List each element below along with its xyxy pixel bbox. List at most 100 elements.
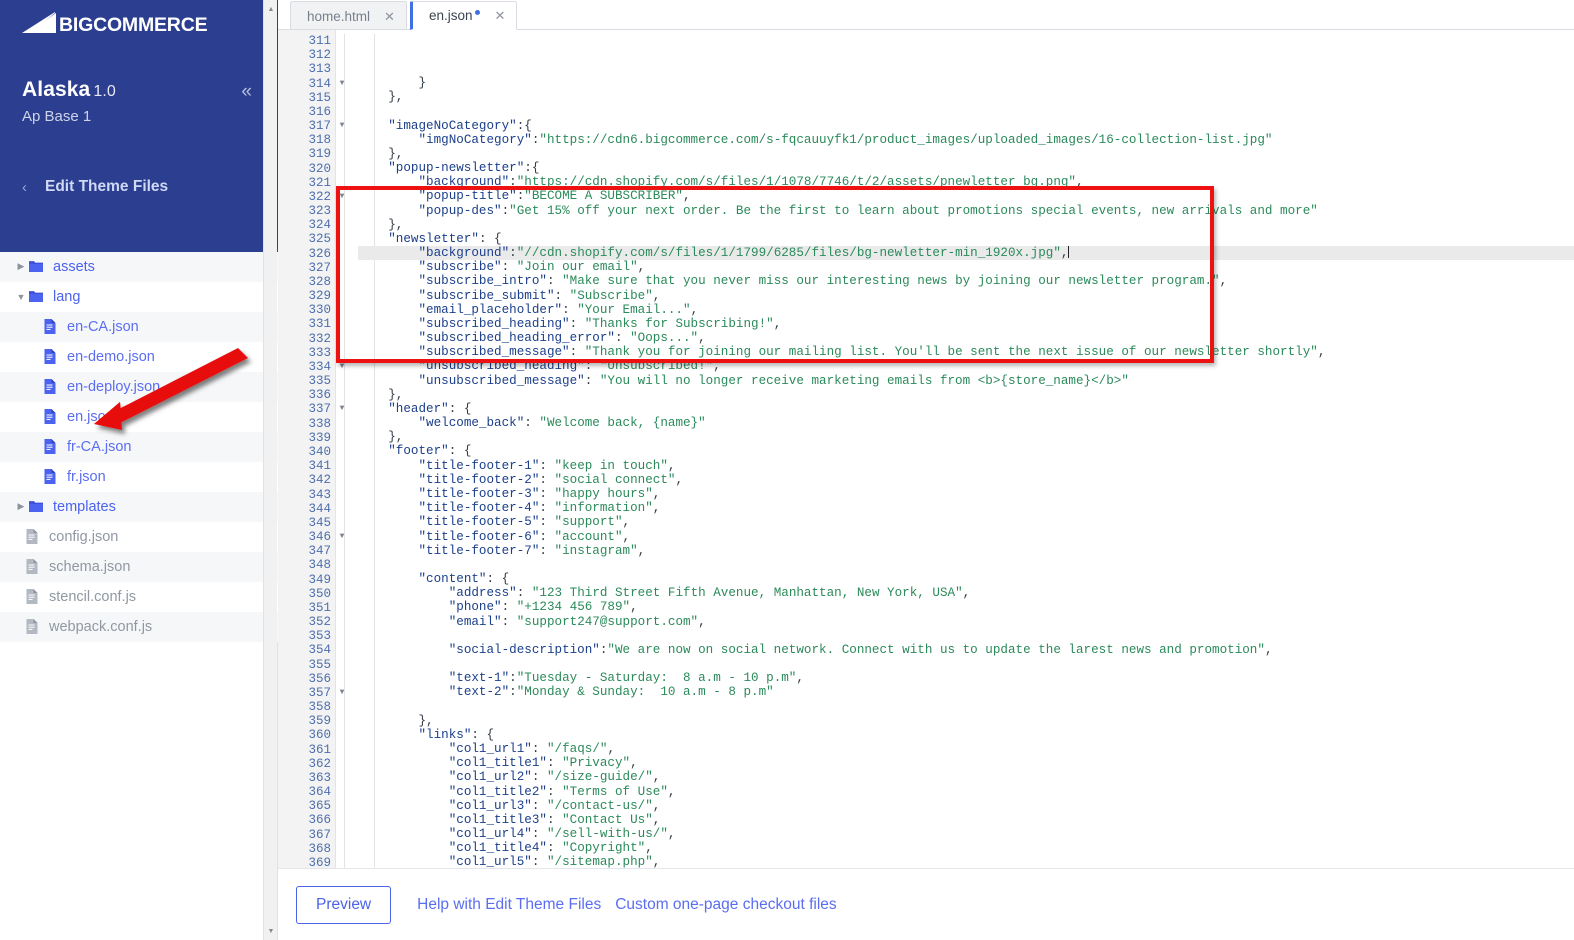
- code-line[interactable]: "content": {: [358, 572, 1574, 586]
- code-line[interactable]: "title-footer-7": "instagram",: [358, 544, 1574, 558]
- tree-file-stencil-conf-js[interactable]: stencil.conf.js: [0, 582, 278, 612]
- tree-folder-lang[interactable]: ▼ lang: [0, 282, 278, 312]
- close-icon[interactable]: ✕: [494, 9, 505, 22]
- code-line[interactable]: "subscribed_message": "Thank you for joi…: [358, 345, 1574, 359]
- code-line[interactable]: "unsubscribed_heading": "Unsubscribed!",: [358, 359, 1574, 373]
- code-line[interactable]: },: [358, 388, 1574, 402]
- code-line[interactable]: [358, 104, 1574, 118]
- tree-folder-assets[interactable]: ▶ assets: [0, 252, 278, 282]
- code-line[interactable]: "subscribe": "Join our email",: [358, 260, 1574, 274]
- code-line[interactable]: "popup-title":"BECOME A SUBSCRIBER",: [358, 189, 1574, 203]
- help-edit-theme-files-link[interactable]: Help with Edit Theme Files: [417, 896, 601, 914]
- code-line[interactable]: "imgNoCategory":"https://cdn6.bigcommerc…: [358, 133, 1574, 147]
- code-line[interactable]: "col1_url4": "/sell-with-us/",: [358, 827, 1574, 841]
- code-line[interactable]: "title-footer-2": "social connect",: [358, 473, 1574, 487]
- caret-down-icon[interactable]: ▼: [14, 292, 28, 302]
- tree-file-schema-json[interactable]: schema.json: [0, 552, 278, 582]
- scroll-up-icon[interactable]: ▲: [264, 2, 278, 16]
- edit-theme-files-nav[interactable]: ‹ Edit Theme Files: [22, 178, 168, 196]
- scroll-down-icon[interactable]: ▼: [264, 924, 278, 938]
- code-line[interactable]: "title-footer-6": "account",: [358, 530, 1574, 544]
- code-line[interactable]: }: [358, 76, 1574, 90]
- code-line[interactable]: "subscribed_heading_error": "Oops...",: [358, 331, 1574, 345]
- collapse-sidebar-icon[interactable]: «: [241, 82, 252, 101]
- editor-tab-home-html[interactable]: home.html ✕: [290, 1, 407, 30]
- code-line[interactable]: "social-description":"We are now on soci…: [358, 643, 1574, 657]
- code-line[interactable]: [358, 657, 1574, 671]
- custom-checkout-files-link[interactable]: Custom one-page checkout files: [615, 896, 836, 914]
- preview-button[interactable]: Preview: [296, 885, 392, 924]
- code-line[interactable]: "subscribed_heading": "Thanks for Subscr…: [358, 317, 1574, 331]
- code-line[interactable]: "unsubscribed_message": "You will no lon…: [358, 374, 1574, 388]
- code-content[interactable]: } }, "imageNoCategory":{ "imgNoCategory"…: [336, 30, 1574, 868]
- code-line[interactable]: "title-footer-1": "keep in touch",: [358, 459, 1574, 473]
- tree-item-label: webpack.conf.js: [49, 618, 153, 635]
- close-icon[interactable]: ✕: [384, 10, 395, 23]
- theme-name: Alaska 1.0: [22, 78, 116, 102]
- code-line[interactable]: "imageNoCategory":{: [358, 119, 1574, 133]
- code-line[interactable]: "popup-des":"Get 15% off your next order…: [358, 204, 1574, 218]
- line-number: 347: [308, 544, 331, 559]
- code-line[interactable]: "col1_title1": "Privacy",: [358, 756, 1574, 770]
- code-line[interactable]: "col1_url1": "/faqs/",: [358, 742, 1574, 756]
- tree-file-en-json[interactable]: en.json: [0, 402, 278, 432]
- line-number: 328: [308, 274, 331, 289]
- editor-tab-en-json[interactable]: en.json ✕: [409, 1, 518, 30]
- tree-item-label: en-deploy.json: [67, 378, 161, 395]
- code-line[interactable]: "title-footer-3": "happy hours",: [358, 487, 1574, 501]
- tree-file-fr-json[interactable]: fr.json: [0, 462, 278, 492]
- code-line[interactable]: },: [358, 90, 1574, 104]
- sidebar: BIGCOMMERCE Alaska 1.0 Ap Base 1 « ‹ Edit…: [0, 0, 278, 940]
- tree-file-config-json[interactable]: config.json: [0, 522, 278, 552]
- code-line[interactable]: "footer": {: [358, 444, 1574, 458]
- code-line[interactable]: "col1_title4": "Copyright",: [358, 841, 1574, 855]
- code-line[interactable]: "background":"//cdn.shopify.com/s/files/…: [358, 246, 1574, 261]
- code-line[interactable]: "col1_url2": "/size-guide/",: [358, 770, 1574, 784]
- code-line[interactable]: "address": "123 Third Street Fifth Avenu…: [358, 586, 1574, 600]
- tree-file-en-demo-json[interactable]: en-demo.json: [0, 342, 278, 372]
- tree-item-label: en.json: [67, 408, 114, 425]
- code-line[interactable]: "title-footer-4": "information",: [358, 501, 1574, 515]
- code-line[interactable]: "links": {: [358, 728, 1574, 742]
- code-line[interactable]: "background":"https://cdn.shopify.com/s/…: [358, 175, 1574, 189]
- line-number: 317 ▼: [278, 119, 344, 133]
- code-line[interactable]: "header": {: [358, 402, 1574, 416]
- code-line[interactable]: "subscribe_submit": "Subscribe",: [358, 289, 1574, 303]
- code-line[interactable]: "title-footer-5": "support",: [358, 515, 1574, 529]
- code-line[interactable]: "col1_url3": "/contact-us/",: [358, 799, 1574, 813]
- code-line[interactable]: },: [358, 147, 1574, 161]
- code-line[interactable]: [358, 558, 1574, 572]
- code-line[interactable]: "newsletter": {: [358, 232, 1574, 246]
- code-line[interactable]: "text-1":"Tuesday - Saturday: 8 a.m - 10…: [358, 671, 1574, 685]
- code-line[interactable]: },: [358, 714, 1574, 728]
- code-line[interactable]: "text-2":"Monday & Sunday: 10 a.m - 8 p.…: [358, 685, 1574, 699]
- caret-right-icon[interactable]: ▶: [14, 261, 28, 272]
- line-number: 361: [308, 742, 331, 757]
- line-number: 327: [308, 260, 331, 275]
- tree-file-fr-ca-json[interactable]: fr-CA.json: [0, 432, 278, 462]
- code-line[interactable]: [358, 700, 1574, 714]
- code-line[interactable]: "phone": "+1234 456 789",: [358, 600, 1574, 614]
- code-line[interactable]: "col1_title3": "Contact Us",: [358, 813, 1574, 827]
- tree-item-label: fr-CA.json: [67, 438, 132, 455]
- line-number: 346 ▼: [278, 530, 344, 544]
- code-line[interactable]: "popup-newsletter":{: [358, 161, 1574, 175]
- code-line[interactable]: "email": "support247@support.com",: [358, 615, 1574, 629]
- tree-file-en-ca-json[interactable]: en-CA.json: [0, 312, 278, 342]
- code-line[interactable]: },: [358, 218, 1574, 232]
- line-number: 336: [308, 388, 331, 403]
- code-line[interactable]: "col1_url5": "/sitemap.php",: [358, 855, 1574, 868]
- code-editor[interactable]: 311 312 313 314 ▼ 315 316 317 ▼ 318 319 320 321 322 ▼ 3…: [278, 30, 1574, 868]
- code-line[interactable]: "subscribe_intro": "Make sure that you n…: [358, 274, 1574, 288]
- sidebar-scrollbar[interactable]: ▲ ▼: [263, 0, 277, 940]
- caret-right-icon[interactable]: ▶: [14, 501, 28, 512]
- tree-file-webpack-conf-js[interactable]: webpack.conf.js: [0, 612, 278, 642]
- code-line[interactable]: "email_placeholder": "Your Email...",: [358, 303, 1574, 317]
- code-line[interactable]: [358, 629, 1574, 643]
- code-line[interactable]: },: [358, 430, 1574, 444]
- code-line[interactable]: "col1_title2": "Terms of Use",: [358, 785, 1574, 799]
- tree-file-en-deploy-json[interactable]: en-deploy.json: [0, 372, 278, 402]
- code-line[interactable]: "welcome_back": "Welcome back, {name}": [358, 416, 1574, 430]
- line-number: 338: [308, 416, 331, 431]
- tree-folder-templates[interactable]: ▶ templates: [0, 492, 278, 522]
